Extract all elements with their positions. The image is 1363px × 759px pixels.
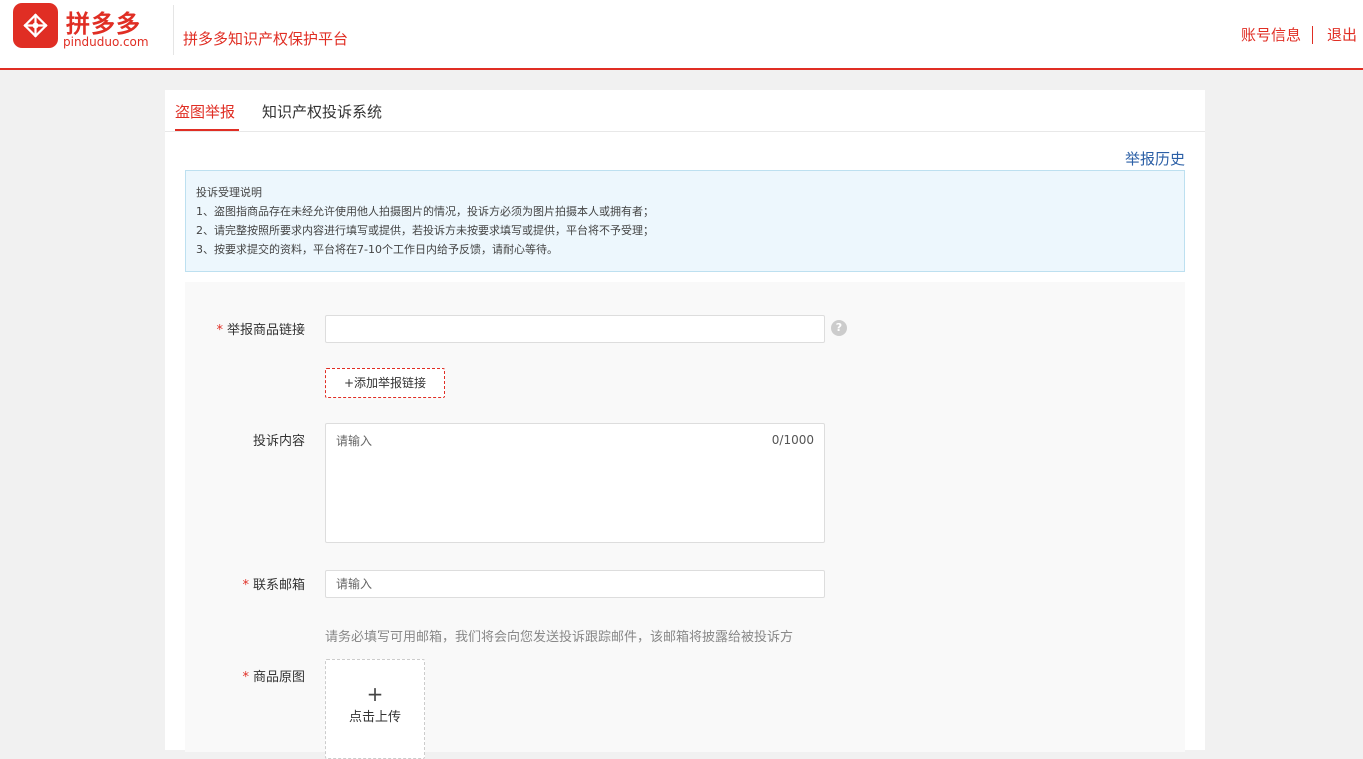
report-form: *举报商品链接 ? +添加举报链接 投诉内容 0/1000 *联系邮箱 请务必填…	[185, 282, 1185, 759]
pinduoduo-logo-icon[interactable]	[13, 3, 58, 48]
notice-line: 1、盗图指商品存在未经允许使用他人拍摄图片的情况，投诉方必须为图片拍摄本人或拥有…	[196, 205, 654, 218]
header-user-links: 账号信息 退出	[1241, 24, 1357, 45]
product-link-label: * 举报商品链接	[216, 323, 305, 338]
add-report-link-button[interactable]: +添加举报链接	[325, 368, 445, 398]
tab-ip-complaint-system[interactable]: 知识产权投诉系统	[262, 101, 382, 122]
required-mark: *	[242, 670, 249, 685]
complaint-content-label: 投诉内容	[252, 434, 305, 449]
logout-link[interactable]: 退出	[1327, 24, 1357, 45]
original-image-label: * 商品原图	[242, 670, 305, 685]
report-history-link[interactable]: 举报历史	[1125, 148, 1185, 169]
complaint-content-textarea[interactable]	[326, 424, 824, 542]
link-separator	[1311, 25, 1313, 44]
platform-title: 拼多多知识产权保护平台	[183, 30, 349, 48]
notice-title: 投诉受理说明	[196, 186, 262, 199]
upload-label: 点击上传	[348, 710, 401, 725]
char-counter: 0/1000	[771, 433, 814, 447]
image-upload-button[interactable]: + 点击上传	[325, 659, 425, 759]
logo-name[interactable]: 拼多多	[66, 4, 141, 39]
product-link-input[interactable]	[325, 315, 825, 343]
tab-bar: 盗图举报 知识产权投诉系统	[165, 90, 1205, 132]
header-divider	[173, 5, 174, 55]
account-info-link[interactable]: 账号信息	[1241, 24, 1301, 45]
email-hint: 请务必填写可用邮箱，我们将会向您发送投诉跟踪邮件，该邮箱将披露给被投诉方	[325, 630, 794, 645]
plus-icon: +	[366, 682, 384, 706]
required-mark: *	[242, 578, 249, 593]
active-tab-indicator	[175, 129, 239, 131]
top-header: 拼多多 pinduduo.com 拼多多知识产权保护平台 账号信息 退出	[0, 0, 1363, 70]
contact-email-input[interactable]	[325, 570, 825, 598]
complaint-notice: 投诉受理说明 1、盗图指商品存在未经允许使用他人拍摄图片的情况，投诉方必须为图片…	[185, 170, 1185, 272]
complaint-content-box: 0/1000	[325, 423, 825, 543]
notice-line: 3、按要求提交的资料，平台将在7-10个工作日内给予反馈，请耐心等待。	[196, 243, 558, 256]
contact-email-label: * 联系邮箱	[242, 578, 305, 593]
logo-domain: pinduduo.com	[63, 35, 149, 49]
required-mark: *	[216, 323, 223, 338]
help-icon[interactable]: ?	[831, 320, 847, 336]
main-panel: 盗图举报 知识产权投诉系统 举报历史 投诉受理说明 1、盗图指商品存在未经允许使…	[165, 90, 1205, 759]
notice-line: 2、请完整按照所要求内容进行填写或提供，若投诉方未按要求填写或提供，平台将不予受…	[196, 224, 654, 237]
tab-image-theft-report[interactable]: 盗图举报	[175, 101, 235, 122]
